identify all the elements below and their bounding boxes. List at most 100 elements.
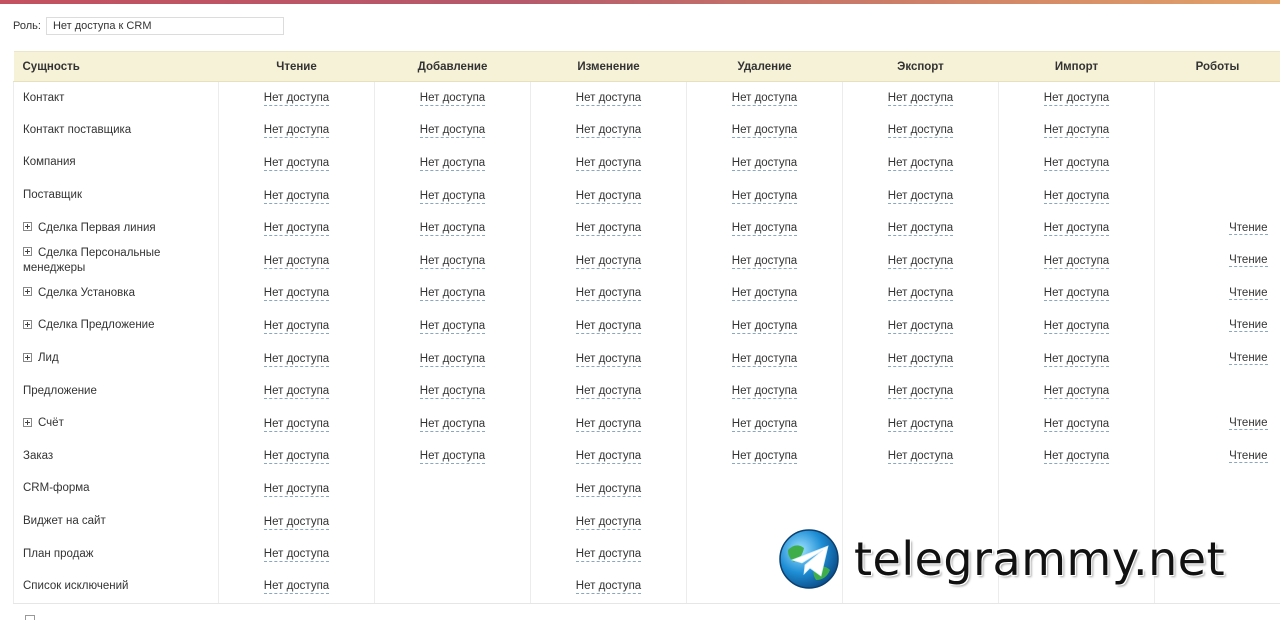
- permission-dropdown-link[interactable]: Нет доступа: [575, 189, 642, 204]
- permission-dropdown-link[interactable]: Нет доступа: [1043, 189, 1110, 204]
- permission-dropdown-link[interactable]: Нет доступа: [419, 417, 486, 432]
- permission-dropdown-link[interactable]: Нет доступа: [1043, 156, 1110, 171]
- permission-dropdown-link[interactable]: Нет доступа: [419, 352, 486, 367]
- permission-dropdown-link[interactable]: Нет доступа: [263, 124, 330, 139]
- permission-dropdown-link[interactable]: Нет доступа: [887, 352, 954, 367]
- permission-dropdown-link[interactable]: Нет доступа: [419, 287, 486, 302]
- permission-dropdown-link[interactable]: Нет доступа: [263, 580, 330, 595]
- role-name-input[interactable]: [45, 17, 284, 35]
- table-row: Компания Нет доступа Нет доступа Нет доступ…: [13, 146, 1280, 180]
- permission-dropdown-link[interactable]: Нет доступа: [263, 417, 330, 432]
- robot-permission-link[interactable]: Чтение: [1229, 222, 1268, 235]
- option-checkbox[interactable]: [25, 615, 35, 620]
- robot-permission-link[interactable]: Чтение: [1229, 254, 1268, 268]
- permission-dropdown-link[interactable]: Нет доступа: [263, 189, 330, 204]
- expand-plus-icon[interactable]: [23, 222, 32, 232]
- permission-dropdown-link[interactable]: Нет доступа: [575, 254, 642, 269]
- permission-dropdown-link[interactable]: Нет доступа: [731, 156, 798, 171]
- permission-dropdown-link[interactable]: Нет доступа: [575, 319, 642, 334]
- permission-dropdown-link[interactable]: Нет доступа: [887, 254, 954, 269]
- permission-dropdown-link[interactable]: Нет доступа: [263, 222, 330, 237]
- permission-dropdown-link[interactable]: Нет доступа: [263, 515, 330, 530]
- permission-dropdown-link[interactable]: Нет доступа: [263, 385, 330, 400]
- permission-dropdown-link[interactable]: Нет доступа: [263, 319, 330, 334]
- robot-permission-link[interactable]: Чтение: [1229, 417, 1268, 431]
- permission-dropdown-link[interactable]: Нет доступа: [419, 319, 486, 334]
- permission-dropdown-link[interactable]: Нет доступа: [731, 385, 798, 400]
- permission-cell-read: Нет доступа: [218, 211, 375, 245]
- permission-dropdown-link[interactable]: Нет доступа: [419, 124, 486, 139]
- permission-dropdown-link[interactable]: Нет доступа: [731, 222, 798, 237]
- permission-dropdown-link[interactable]: Нет доступа: [263, 92, 330, 107]
- expand-plus-icon[interactable]: [23, 352, 32, 362]
- permission-dropdown-link[interactable]: Нет доступа: [575, 92, 642, 107]
- permission-dropdown-link[interactable]: Нет доступа: [731, 92, 798, 107]
- robot-permission-link[interactable]: Чтение: [1229, 287, 1268, 300]
- permission-dropdown-link[interactable]: Нет доступа: [887, 385, 954, 400]
- permission-dropdown-link[interactable]: Нет доступа: [1043, 222, 1110, 237]
- permission-dropdown-link[interactable]: Нет доступа: [1043, 287, 1110, 302]
- permission-dropdown-link[interactable]: Нет доступа: [731, 450, 798, 465]
- permission-dropdown-link[interactable]: Нет доступа: [1043, 124, 1110, 139]
- permission-dropdown-link[interactable]: Нет доступа: [419, 254, 486, 269]
- permission-dropdown-link[interactable]: Нет доступа: [731, 417, 798, 432]
- permission-dropdown-link[interactable]: Нет доступа: [1043, 352, 1110, 367]
- permission-dropdown-link[interactable]: Нет доступа: [575, 515, 642, 530]
- permission-dropdown-link[interactable]: Нет доступа: [1043, 450, 1110, 465]
- permission-cell-export: Нет доступа: [842, 342, 999, 375]
- expand-plus-icon[interactable]: [23, 247, 32, 257]
- permission-dropdown-link[interactable]: Нет доступа: [731, 287, 798, 302]
- permission-dropdown-link[interactable]: Нет доступа: [575, 450, 642, 465]
- permission-dropdown-link[interactable]: Нет доступа: [419, 156, 486, 171]
- permission-dropdown-link[interactable]: Нет доступа: [731, 254, 798, 269]
- permission-dropdown-link[interactable]: Нет доступа: [575, 222, 642, 237]
- permission-dropdown-link[interactable]: Нет доступа: [1043, 254, 1110, 269]
- permission-cell-delete: Нет доступа: [686, 114, 843, 147]
- permission-dropdown-link[interactable]: Нет доступа: [887, 222, 954, 237]
- permission-dropdown-link[interactable]: Нет доступа: [263, 482, 330, 497]
- permission-dropdown-link[interactable]: Нет доступа: [575, 352, 642, 367]
- permission-dropdown-link[interactable]: Нет доступа: [263, 450, 330, 465]
- permission-dropdown-link[interactable]: Нет доступа: [887, 124, 954, 139]
- permission-dropdown-link[interactable]: Нет доступа: [263, 352, 330, 367]
- permission-dropdown-link[interactable]: Нет доступа: [419, 92, 486, 107]
- permission-dropdown-link[interactable]: Нет доступа: [1043, 319, 1110, 334]
- permission-dropdown-link[interactable]: Нет доступа: [575, 385, 642, 400]
- expand-plus-icon[interactable]: [23, 417, 32, 427]
- robot-permission-link[interactable]: Чтение: [1229, 352, 1268, 366]
- permission-dropdown-link[interactable]: Нет доступа: [575, 580, 642, 595]
- permission-dropdown-link[interactable]: Нет доступа: [887, 156, 954, 171]
- permission-dropdown-link[interactable]: Нет доступа: [419, 189, 486, 204]
- permission-dropdown-link[interactable]: Нет доступа: [887, 417, 954, 432]
- permission-dropdown-link[interactable]: Нет доступа: [575, 482, 642, 497]
- entity-cell: Сделка Первая линия: [13, 211, 219, 245]
- permission-dropdown-link[interactable]: Нет доступа: [575, 287, 642, 302]
- permission-dropdown-link[interactable]: Нет доступа: [263, 287, 330, 302]
- permission-dropdown-link[interactable]: Нет доступа: [731, 319, 798, 334]
- permission-dropdown-link[interactable]: Нет доступа: [731, 189, 798, 204]
- permission-dropdown-link[interactable]: Нет доступа: [575, 124, 642, 139]
- permission-dropdown-link[interactable]: Нет доступа: [1043, 417, 1110, 432]
- permission-dropdown-link[interactable]: Нет доступа: [731, 124, 798, 139]
- expand-plus-icon[interactable]: [23, 319, 32, 329]
- robot-permission-link[interactable]: Чтение: [1229, 450, 1268, 463]
- permission-dropdown-link[interactable]: Нет доступа: [887, 287, 954, 302]
- robot-permission-link[interactable]: Чтение: [1229, 319, 1268, 333]
- permission-dropdown-link[interactable]: Нет доступа: [575, 156, 642, 171]
- permission-dropdown-link[interactable]: Нет доступа: [575, 548, 642, 563]
- permission-dropdown-link[interactable]: Нет доступа: [1043, 385, 1110, 400]
- permission-dropdown-link[interactable]: Нет доступа: [887, 92, 954, 107]
- permission-dropdown-link[interactable]: Нет доступа: [731, 352, 798, 367]
- permission-dropdown-link[interactable]: Нет доступа: [1043, 92, 1110, 107]
- permission-dropdown-link[interactable]: Нет доступа: [419, 450, 486, 465]
- permission-dropdown-link[interactable]: Нет доступа: [263, 156, 330, 171]
- permission-dropdown-link[interactable]: Нет доступа: [419, 222, 486, 237]
- expand-plus-icon[interactable]: [23, 287, 32, 297]
- permission-dropdown-link[interactable]: Нет доступа: [263, 254, 330, 269]
- permission-dropdown-link[interactable]: Нет доступа: [575, 417, 642, 432]
- permission-dropdown-link[interactable]: Нет доступа: [887, 319, 954, 334]
- permission-dropdown-link[interactable]: Нет доступа: [419, 385, 486, 400]
- permission-dropdown-link[interactable]: Нет доступа: [887, 450, 954, 465]
- permission-dropdown-link[interactable]: Нет доступа: [263, 548, 330, 563]
- permission-dropdown-link[interactable]: Нет доступа: [887, 189, 954, 204]
